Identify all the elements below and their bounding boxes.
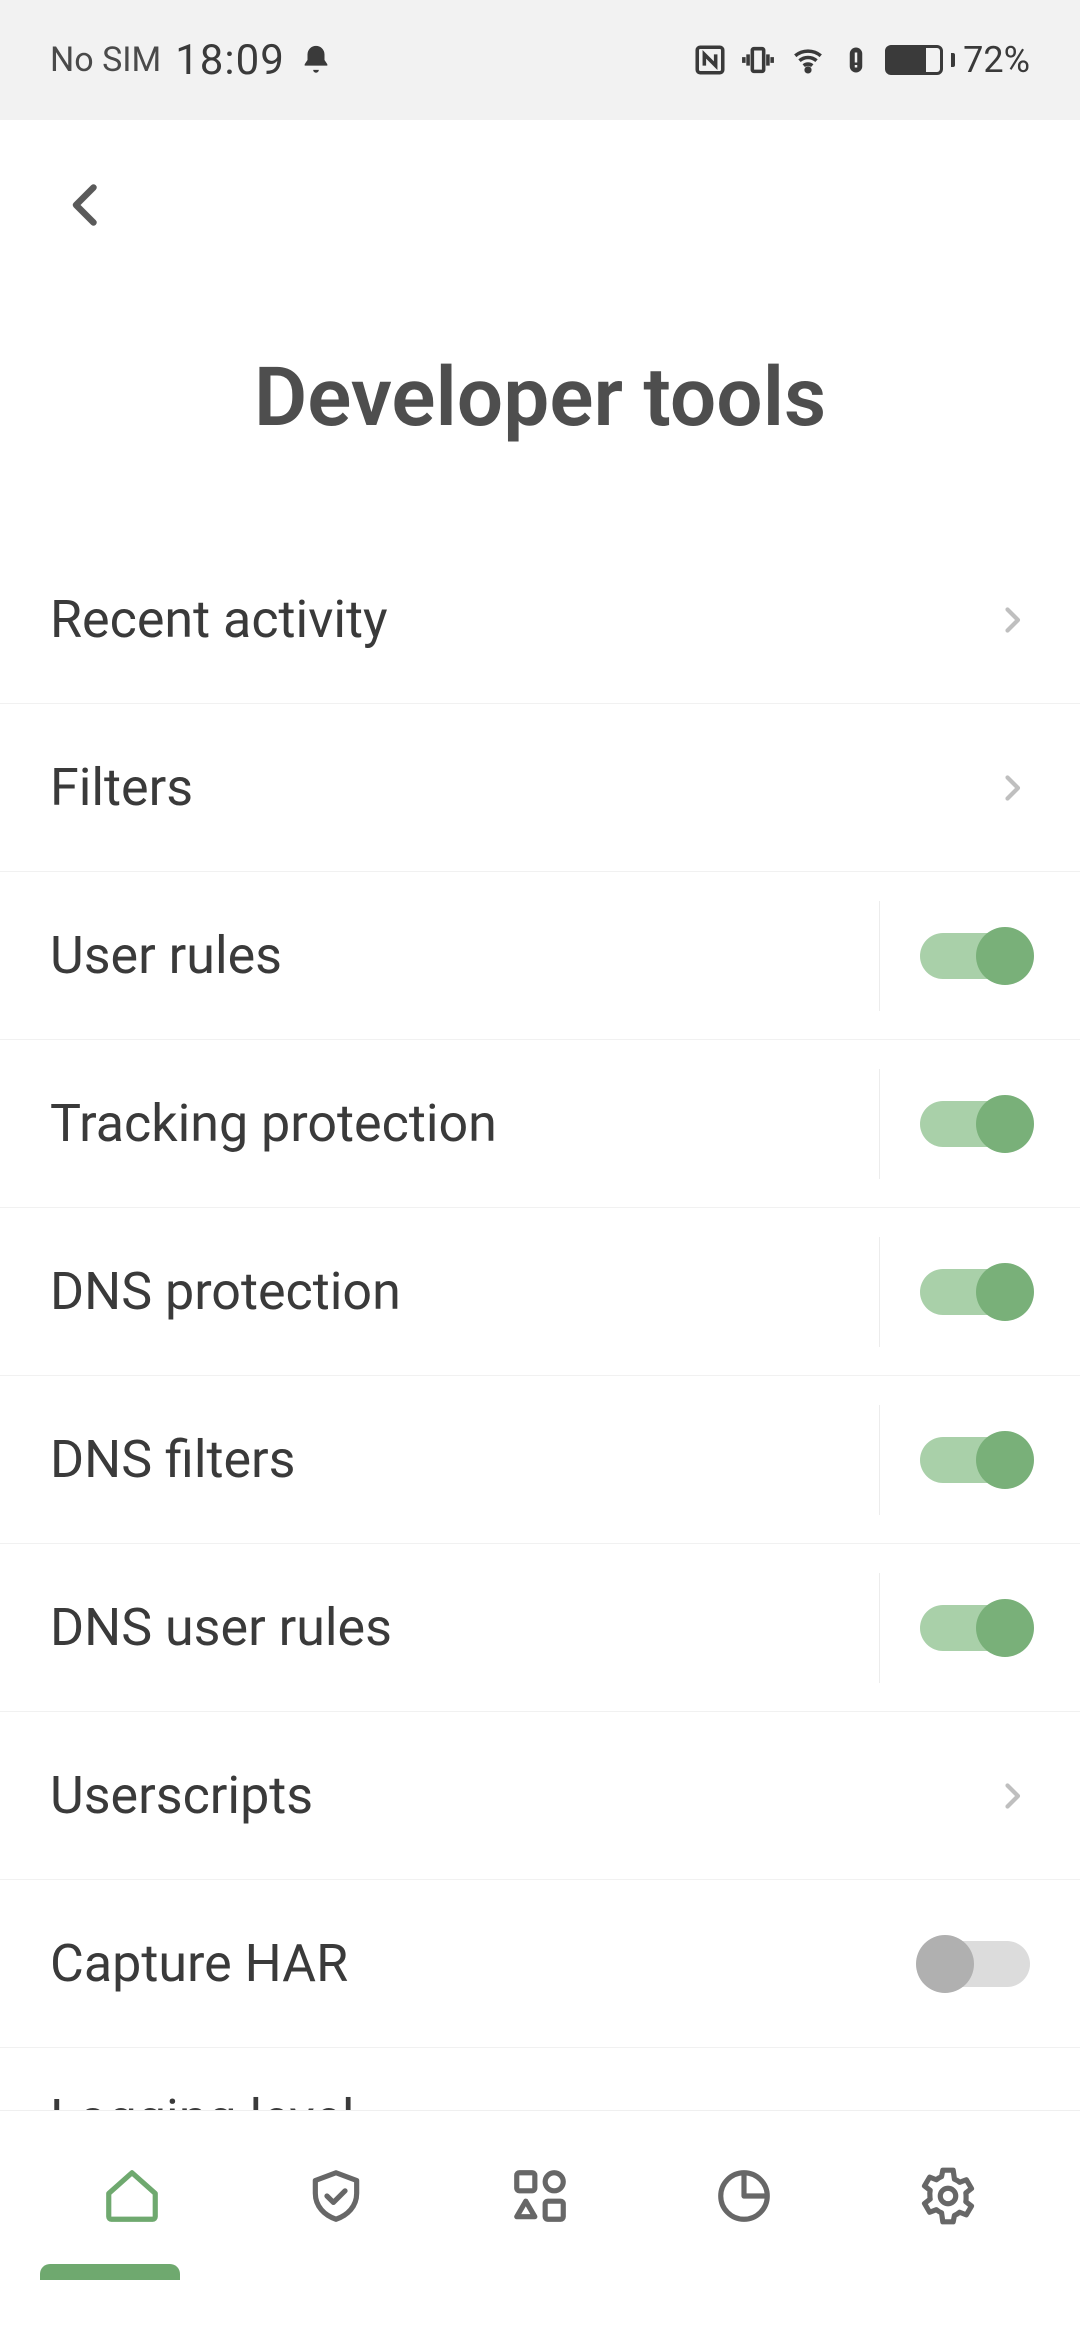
row-label: Userscripts <box>50 1765 313 1826</box>
row-dns-user-rules[interactable]: DNS user rules <box>0 1544 1080 1712</box>
alert-icon <box>841 43 871 77</box>
row-label: DNS user rules <box>50 1597 392 1658</box>
row-label: Filters <box>50 757 193 818</box>
status-bar: No SIM 18:09 72% <box>0 0 1080 120</box>
clock: 18:09 <box>175 36 285 85</box>
nav-settings[interactable] <box>916 2164 980 2228</box>
nav-protection[interactable] <box>304 2164 368 2228</box>
back-button[interactable] <box>56 175 116 235</box>
nav-home[interactable] <box>100 2164 164 2228</box>
row-user-rules[interactable]: User rules <box>0 872 1080 1040</box>
divider <box>879 1069 880 1179</box>
row-dns-filters[interactable]: DNS filters <box>0 1376 1080 1544</box>
nav-active-indicator <box>40 2264 180 2280</box>
divider <box>879 1237 880 1347</box>
nav-apps[interactable] <box>508 2164 572 2228</box>
page-title: Developer tools <box>0 290 1080 536</box>
bottom-nav <box>0 2110 1080 2280</box>
sim-status: No SIM <box>50 40 161 80</box>
header-bar <box>0 120 1080 290</box>
row-tracking-protection[interactable]: Tracking protection <box>0 1040 1080 1208</box>
toggle-user-rules[interactable] <box>920 933 1030 979</box>
divider <box>879 901 880 1011</box>
row-userscripts[interactable]: Userscripts <box>0 1712 1080 1880</box>
toggle-capture-har[interactable] <box>920 1941 1030 1987</box>
wifi-icon <box>789 43 827 77</box>
nfc-icon <box>693 43 727 77</box>
vibrate-icon <box>741 43 775 77</box>
row-label: DNS filters <box>50 1429 296 1490</box>
row-label: Tracking protection <box>50 1093 497 1154</box>
row-capture-har[interactable]: Capture HAR <box>0 1880 1080 2048</box>
divider <box>879 1573 880 1683</box>
row-label: Recent activity <box>50 589 388 650</box>
chevron-right-icon <box>994 1778 1030 1814</box>
toggle-tracking-protection[interactable] <box>920 1101 1030 1147</box>
toggle-dns-user-rules[interactable] <box>920 1605 1030 1651</box>
bell-icon <box>299 43 333 77</box>
row-dns-protection[interactable]: DNS protection <box>0 1208 1080 1376</box>
toggle-dns-protection[interactable] <box>920 1269 1030 1315</box>
status-right: 72% <box>693 39 1030 81</box>
nav-stats[interactable] <box>712 2164 776 2228</box>
status-left: No SIM 18:09 <box>50 36 333 85</box>
chevron-right-icon <box>994 770 1030 806</box>
row-filters[interactable]: Filters <box>0 704 1080 872</box>
settings-list: Recent activity Filters User rules Track… <box>0 536 1080 2248</box>
row-label: User rules <box>50 925 282 986</box>
chevron-right-icon <box>994 602 1030 638</box>
row-label: DNS protection <box>50 1261 401 1322</box>
divider <box>879 1405 880 1515</box>
row-recent-activity[interactable]: Recent activity <box>0 536 1080 704</box>
row-label: Capture HAR <box>50 1933 348 1994</box>
battery-icon <box>885 45 943 75</box>
battery-percent: 72% <box>963 39 1030 81</box>
battery-indicator: 72% <box>885 39 1030 81</box>
toggle-dns-filters[interactable] <box>920 1437 1030 1483</box>
